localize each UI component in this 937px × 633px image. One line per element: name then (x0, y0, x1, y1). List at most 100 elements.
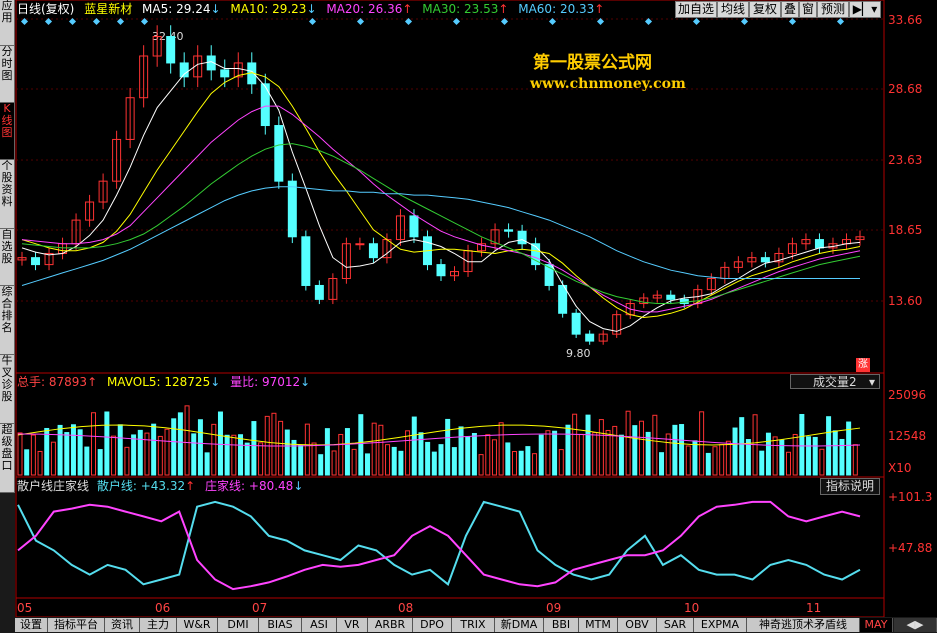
tab-mtm[interactable]: MTM (579, 618, 618, 632)
tab-settings[interactable]: 设置 (15, 618, 48, 632)
volume-bar (512, 451, 518, 476)
volume-bar (137, 429, 143, 476)
volume-bar (625, 410, 631, 476)
volume-bar (578, 433, 584, 476)
volume-bar (84, 446, 90, 476)
tab-obv[interactable]: OBV (618, 618, 657, 632)
tab-asi[interactable]: ASI (302, 618, 337, 632)
volume-bar (244, 442, 250, 476)
signal-marker (692, 17, 701, 26)
volume-bar (518, 450, 524, 476)
volume-bar (344, 428, 350, 476)
volume-bar (431, 451, 437, 476)
tab-scroll-arrows[interactable]: ◀▶ (894, 618, 937, 632)
volume-bar (111, 435, 117, 476)
volume-bar (64, 432, 70, 476)
volume-bar (471, 432, 477, 476)
tab-vr[interactable]: VR (337, 618, 368, 632)
tab-trix[interactable]: TRIX (452, 618, 495, 632)
candle-body (166, 36, 176, 64)
signal-marker (548, 17, 557, 26)
volume-bar (665, 433, 671, 476)
volume-bar (298, 444, 304, 476)
signal-marker (92, 17, 101, 26)
volume-bar (211, 423, 217, 476)
tab-sar[interactable]: SAR (657, 618, 694, 632)
volume-bar (70, 424, 76, 476)
volume-bar (545, 430, 551, 476)
volume-bar (164, 428, 170, 476)
volume-bar (411, 416, 417, 476)
volume-bar (458, 426, 464, 476)
volume-bar (598, 419, 604, 476)
tab-dpo[interactable]: DPO (413, 618, 452, 632)
volume-bar (385, 444, 391, 476)
volume-bar (719, 444, 725, 476)
volume-bar (331, 450, 337, 476)
volume-bar (157, 435, 163, 476)
volume-bar (17, 432, 23, 476)
volume-bar (171, 418, 177, 476)
volume-bar (24, 449, 30, 476)
volume-bar (505, 442, 511, 476)
volume-bar (792, 433, 798, 476)
candle-body (571, 312, 581, 335)
volume-bar (685, 445, 691, 476)
volume-bar (57, 424, 63, 476)
volume-bar (304, 423, 310, 476)
volume-bar (191, 433, 197, 476)
tab-escape-top-conflict-line[interactable]: 神奇逃顶术矛盾线 (747, 618, 860, 632)
volume-bar (278, 420, 284, 476)
volume-bar (324, 428, 330, 476)
chart-canvas[interactable] (0, 0, 937, 633)
candle-body (355, 243, 365, 246)
volume-bar (177, 412, 183, 476)
volume-bar (217, 411, 223, 476)
volume-bar (692, 440, 698, 476)
volume-bar (672, 424, 678, 476)
volume-bar (231, 434, 237, 476)
tab-new-dma[interactable]: 新DMA (495, 618, 544, 632)
tab-expma[interactable]: EXPMA (694, 618, 747, 632)
volume-bar (30, 434, 36, 476)
volume-bar (338, 433, 344, 476)
volume-bar (852, 444, 858, 476)
tab-bias[interactable]: BIAS (259, 618, 302, 632)
volume-bar (498, 422, 504, 476)
volume-bar (77, 429, 83, 476)
candle-body (260, 83, 270, 127)
tab-main-force[interactable]: 主力 (140, 618, 177, 632)
volume-bar (572, 413, 578, 476)
volume-bar (251, 421, 257, 476)
volume-bar (318, 454, 324, 476)
signal-marker (308, 17, 317, 26)
volume-bar (97, 449, 103, 476)
tab-news[interactable]: 资讯 (105, 618, 140, 632)
volume-bar (832, 430, 838, 476)
volume-bar (618, 434, 624, 476)
volume-bar (478, 454, 484, 476)
volume-bar (772, 436, 778, 476)
volume-bar (558, 449, 564, 476)
volume-bar (184, 405, 190, 476)
tab-arbr[interactable]: ARBR (368, 618, 413, 632)
volume-bar (632, 425, 638, 476)
tab-dmi[interactable]: DMI (218, 618, 259, 632)
volume-bar (699, 411, 705, 476)
volume-bar (785, 451, 791, 476)
volume-bar (391, 446, 397, 476)
volume-bar (258, 442, 264, 476)
volume-bar (37, 450, 43, 476)
volume-bar (44, 427, 50, 476)
tab-wr[interactable]: W&R (177, 618, 218, 632)
volume-bar (652, 414, 658, 476)
candle-body (814, 239, 824, 249)
volume-bar (491, 439, 497, 476)
tab-may[interactable]: MAY (860, 618, 893, 632)
volume-bar (592, 432, 598, 476)
volume-bar (819, 448, 825, 476)
tab-indicator-platform[interactable]: 指标平台 (48, 618, 105, 632)
tab-bbi[interactable]: BBI (544, 618, 579, 632)
indicator-tab-bar: 设置 指标平台 资讯 主力 W&R DMI BIAS ASI VR ARBR D… (0, 617, 937, 633)
volume-bar (284, 429, 290, 476)
